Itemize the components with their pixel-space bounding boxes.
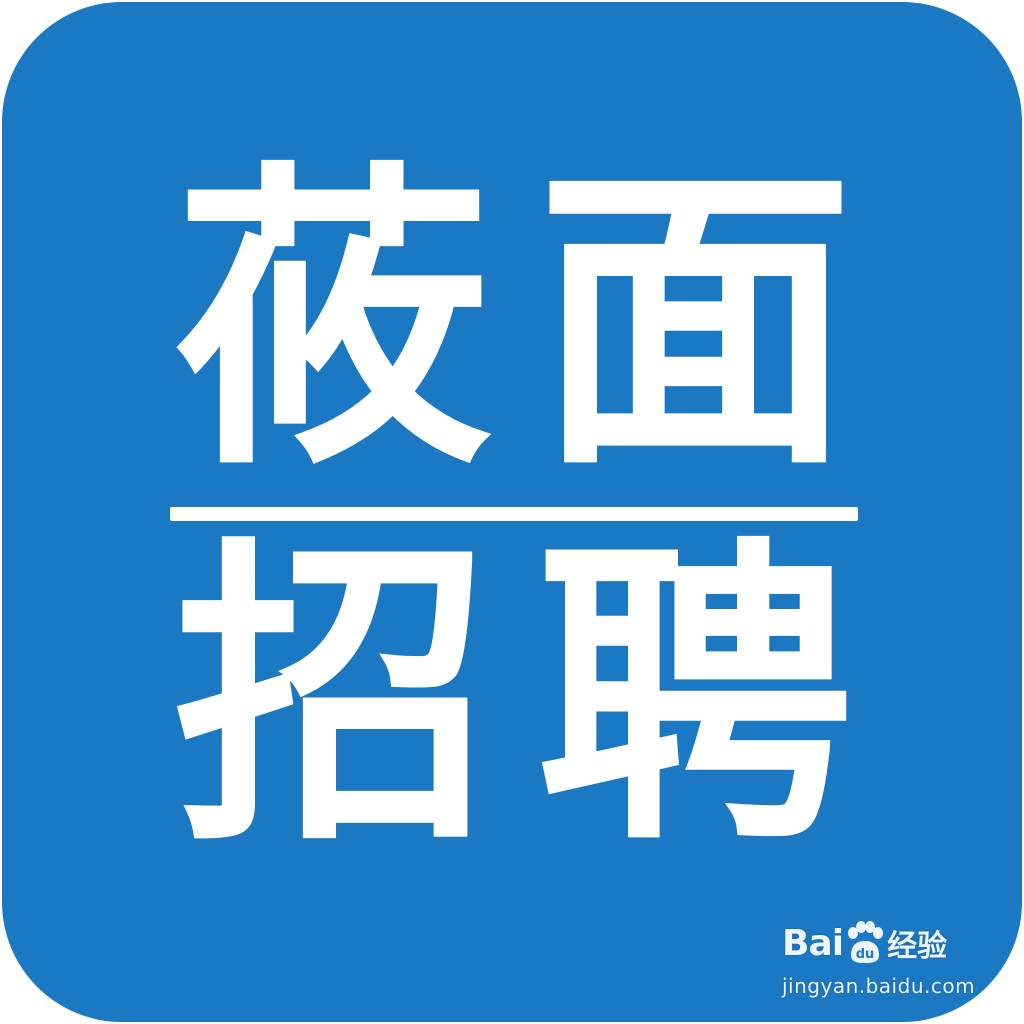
- logo-char: 招: [174, 513, 492, 883]
- logo-title-line-1: 莜 面: [168, 137, 860, 507]
- watermark-brand-text: Bai: [782, 922, 844, 964]
- logo-char: 面: [536, 137, 854, 507]
- logo-char: 莜: [174, 137, 492, 507]
- app-icon: 莜 面 招 聘 Bai du 经验 jingyan.baidu.com: [2, 2, 1022, 1022]
- watermark-brand-row: Bai du 经验: [782, 914, 982, 972]
- logo-title-line-2: 招 聘: [168, 513, 860, 883]
- paw-icon: du: [848, 921, 884, 963]
- paw-du-text: du: [856, 947, 875, 962]
- watermark-url: jingyan.baidu.com: [782, 974, 976, 998]
- watermark-service-text: 经验: [887, 929, 948, 964]
- logo-char: 聘: [536, 513, 854, 883]
- baidu-jingyan-watermark: Bai du 经验 jingyan.baidu.com: [782, 914, 982, 1010]
